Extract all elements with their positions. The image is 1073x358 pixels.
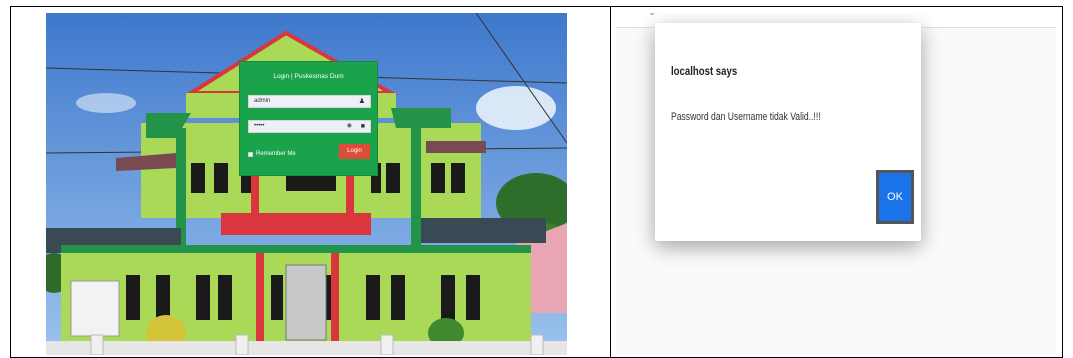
- checkbox-box[interactable]: [248, 151, 253, 157]
- password-input[interactable]: ••••• ◉ ■: [248, 120, 371, 133]
- lock-icon: ■: [360, 123, 365, 130]
- password-value: •••••: [254, 123, 265, 129]
- eye-icon[interactable]: ◉: [347, 121, 352, 132]
- username-value: admin: [254, 98, 271, 104]
- login-button[interactable]: Login: [339, 144, 370, 159]
- ok-button[interactable]: OK: [876, 170, 914, 224]
- user-icon: ♟: [358, 98, 365, 105]
- login-page-screenshot: Login | Puskesmas Dum admin ♟ ••••• ◉ ■ …: [46, 13, 567, 355]
- alert-dialog-screenshot: ⌄˙˙˙ localhost says Password dan Usernam…: [616, 13, 1056, 355]
- username-input[interactable]: admin ♟: [248, 95, 371, 108]
- login-title: Login | Puskesmas Dum: [273, 73, 344, 80]
- remember-me-checkbox[interactable]: Remember Me: [248, 151, 296, 157]
- figure-table: Login | Puskesmas Dum admin ♟ ••••• ◉ ■ …: [0, 0, 1073, 358]
- alert-dialog: localhost says Password dan Username tid…: [655, 23, 921, 241]
- dialog-title: localhost says: [671, 64, 738, 78]
- toolbar-partial-icons: ⌄˙˙˙: [648, 13, 690, 18]
- dialog-message: Password dan Username tidak Valid..!!!: [671, 111, 821, 123]
- remember-me-label: Remember Me: [256, 151, 296, 157]
